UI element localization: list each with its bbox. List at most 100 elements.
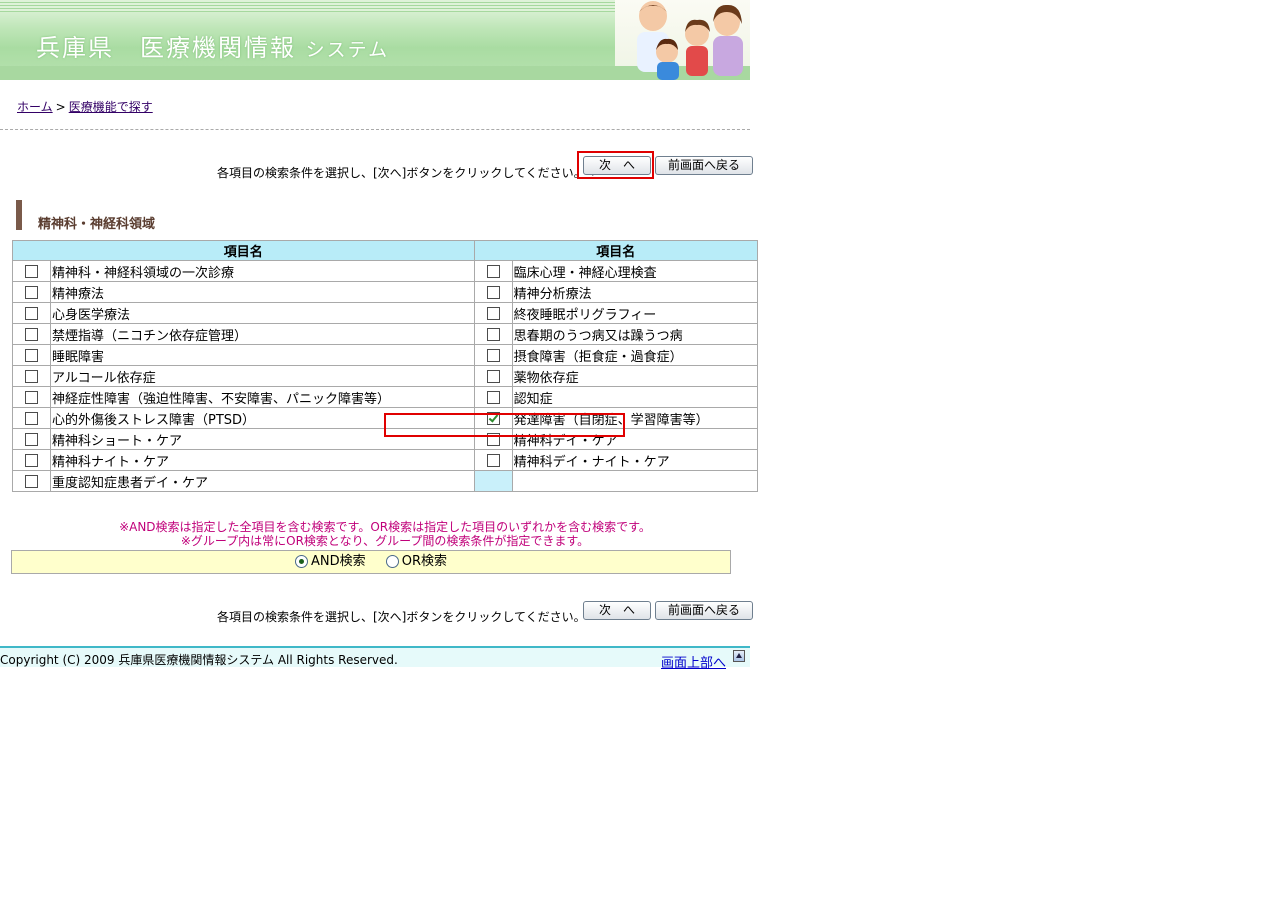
family-illustration bbox=[615, 0, 750, 80]
or-search-option[interactable]: OR検索 bbox=[385, 554, 448, 569]
back-button-bottom[interactable]: 前画面へ戻る bbox=[655, 601, 753, 620]
table-row: 精神科ナイト・ケア 精神科デイ・ナイト・ケア bbox=[12, 449, 759, 471]
left-item-checkbox[interactable] bbox=[25, 348, 38, 362]
section-title: 精神科・神経科領域 bbox=[38, 217, 156, 232]
table-row: 重度認知症患者デイ・ケア bbox=[12, 470, 759, 492]
and-search-label: AND検索 bbox=[310, 554, 366, 569]
or-search-label: OR検索 bbox=[401, 554, 448, 569]
right-item-checkbox[interactable] bbox=[486, 348, 500, 362]
right-item-label: 臨床心理・神経心理検査 bbox=[511, 260, 759, 282]
right-item-checkbox[interactable] bbox=[486, 285, 500, 299]
left-checkbox-cell bbox=[12, 470, 51, 492]
copyright-text: Copyright (C) 2009 兵庫県医療機関情報システム All Rig… bbox=[0, 653, 398, 667]
right-item-checkbox[interactable] bbox=[486, 390, 500, 404]
note-line-1: ※AND検索は指定した全項目を含む検索です。OR検索は指定した項目のいずれかを含… bbox=[119, 520, 651, 534]
arrow-up-icon[interactable] bbox=[733, 650, 745, 662]
right-item-label: 精神分析療法 bbox=[511, 281, 759, 303]
or-search-radio[interactable] bbox=[385, 555, 399, 568]
right-checkbox-cell bbox=[473, 470, 513, 492]
next-button-top[interactable]: 次 へ bbox=[583, 156, 651, 175]
items-table-body: 精神科・神経科領域の一次診療 臨床心理・神経心理検査精神療法 精神分析療法心身医学療… bbox=[12, 260, 759, 492]
and-search-radio[interactable] bbox=[294, 555, 308, 568]
left-item-checkbox[interactable] bbox=[25, 264, 38, 278]
footer: Copyright (C) 2009 兵庫県医療機関情報システム All Rig… bbox=[0, 648, 750, 671]
left-checkbox-cell bbox=[12, 365, 51, 387]
left-checkbox-cell bbox=[12, 407, 51, 429]
right-checkbox-cell bbox=[473, 323, 513, 345]
right-checkbox-cell bbox=[473, 344, 513, 366]
left-item-label: 禁煙指導（ニコチン依存症管理） bbox=[50, 323, 475, 345]
left-checkbox-cell bbox=[12, 449, 51, 471]
breadcrumb-separator: > bbox=[55, 100, 66, 114]
right-item-checkbox[interactable] bbox=[486, 369, 500, 383]
right-item-checkbox[interactable] bbox=[486, 264, 500, 278]
back-to-top-link[interactable]: 画面上部へ bbox=[661, 652, 726, 671]
header-bottom-band bbox=[0, 66, 615, 80]
breadcrumb-home-link[interactable]: ホーム bbox=[17, 100, 53, 114]
left-item-label: 精神科・神経科領域の一次診療 bbox=[50, 260, 475, 282]
note-line-2: ※グループ内は常にOR検索となり、グループ間の検索条件が指定できます。 bbox=[180, 534, 590, 548]
left-checkbox-cell bbox=[12, 344, 51, 366]
back-button-top[interactable]: 前画面へ戻る bbox=[655, 156, 753, 175]
right-item-label bbox=[511, 470, 759, 492]
left-checkbox-cell bbox=[12, 281, 51, 303]
right-item-checkbox[interactable] bbox=[486, 306, 500, 320]
breadcrumb-current-link[interactable]: 医療機能で探す bbox=[69, 100, 153, 114]
left-checkbox-cell bbox=[12, 260, 51, 282]
instruction-text-top: 各項目の検索条件を選択し、[次へ]ボタンをクリックしてください。→ bbox=[217, 166, 596, 180]
left-item-checkbox[interactable] bbox=[25, 327, 38, 341]
left-item-label: 精神科ナイト・ケア bbox=[50, 449, 475, 471]
left-item-label: 重度認知症患者デイ・ケア bbox=[50, 470, 475, 492]
left-item-checkbox[interactable] bbox=[25, 285, 38, 299]
table-row: 精神科・神経科領域の一次診療 臨床心理・神経心理検査 bbox=[12, 260, 759, 282]
right-item-label: 薬物依存症 bbox=[511, 365, 759, 387]
table-row: アルコール依存症 薬物依存症 bbox=[12, 365, 759, 387]
search-mode-selector: AND検索 OR検索 bbox=[11, 550, 731, 574]
checked-item-highlight bbox=[384, 413, 625, 437]
left-item-label: 精神療法 bbox=[50, 281, 475, 303]
items-table: 項目名 項目名 精神科・神経科領域の一次診療 臨床心理・神経心理検査精神療法 精神分… bbox=[12, 240, 759, 492]
left-item-label: 心身医学療法 bbox=[50, 302, 475, 324]
left-item-checkbox[interactable] bbox=[25, 390, 38, 404]
table-header-row: 項目名 項目名 bbox=[12, 240, 759, 261]
left-item-checkbox[interactable] bbox=[25, 411, 38, 425]
right-item-label: 精神科デイ・ナイト・ケア bbox=[511, 449, 759, 471]
right-checkbox-cell bbox=[473, 365, 513, 387]
right-item-label: 認知症 bbox=[511, 386, 759, 408]
left-item-label: アルコール依存症 bbox=[50, 365, 475, 387]
right-checkbox-cell bbox=[473, 260, 513, 282]
and-search-option[interactable]: AND検索 bbox=[294, 554, 366, 569]
next-button-bottom[interactable]: 次 へ bbox=[583, 601, 651, 620]
right-item-label: 終夜睡眠ポリグラフィー bbox=[511, 302, 759, 324]
left-item-checkbox[interactable] bbox=[25, 306, 38, 320]
left-checkbox-cell bbox=[12, 386, 51, 408]
left-item-label: 睡眠障害 bbox=[50, 344, 475, 366]
dotted-divider bbox=[0, 129, 750, 130]
left-item-label: 神経症性障害（強迫性障害、不安障害、パニック障害等） bbox=[50, 386, 475, 408]
left-checkbox-cell bbox=[12, 302, 51, 324]
left-checkbox-cell bbox=[12, 323, 51, 345]
site-title: 兵庫県 医療機関情報 システム bbox=[36, 28, 389, 63]
right-checkbox-cell bbox=[473, 302, 513, 324]
family-illustration-svg bbox=[615, 1, 750, 80]
right-item-checkbox[interactable] bbox=[486, 327, 500, 341]
right-item-label: 摂食障害（拒食症・過食症） bbox=[511, 344, 759, 366]
site-title-sub: システム bbox=[305, 39, 390, 61]
right-checkbox-cell bbox=[473, 281, 513, 303]
column-header-left: 項目名 bbox=[12, 240, 475, 261]
left-checkbox-cell bbox=[12, 428, 51, 450]
left-item-checkbox[interactable] bbox=[25, 474, 38, 488]
right-checkbox-cell bbox=[473, 449, 513, 471]
column-header-right: 項目名 bbox=[473, 240, 759, 261]
table-row: 禁煙指導（ニコチン依存症管理） 思春期のうつ病又は躁うつ病 bbox=[12, 323, 759, 345]
left-item-checkbox[interactable] bbox=[25, 432, 38, 446]
left-item-checkbox[interactable] bbox=[25, 453, 38, 467]
breadcrumb: ホーム > 医療機能で探す bbox=[17, 98, 153, 115]
header-stripes bbox=[0, 0, 615, 12]
site-title-main: 兵庫県 医療機関情報 bbox=[36, 34, 296, 62]
right-checkbox-cell bbox=[473, 386, 513, 408]
right-item-checkbox[interactable] bbox=[486, 453, 500, 467]
table-row: 睡眠障害 摂食障害（拒食症・過食症） bbox=[12, 344, 759, 366]
left-item-checkbox[interactable] bbox=[25, 369, 38, 383]
table-row: 精神療法 精神分析療法 bbox=[12, 281, 759, 303]
